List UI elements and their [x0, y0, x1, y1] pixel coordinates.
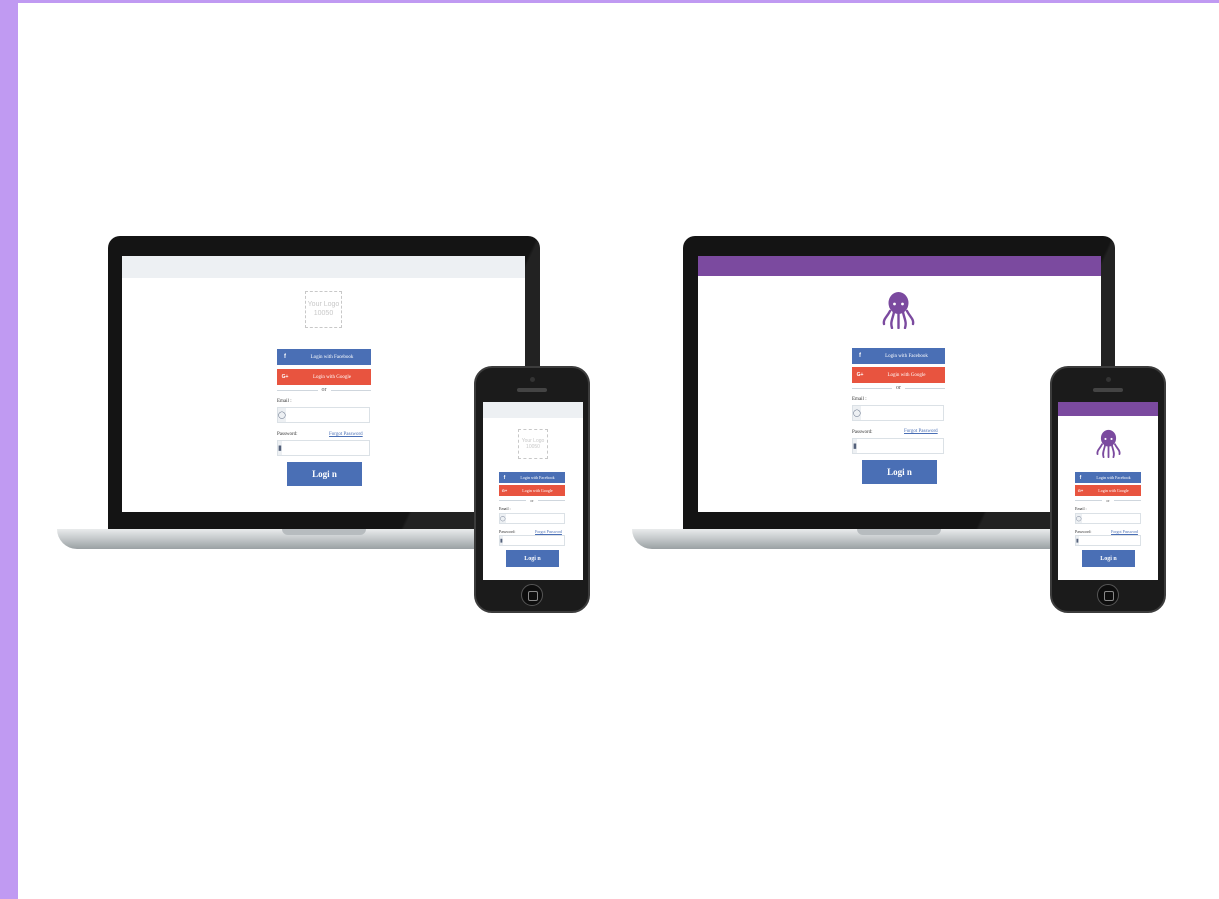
google-login-button[interactable]: G+ Login with Google — [277, 369, 371, 385]
header-bar — [122, 256, 525, 278]
logo-placeholder: Your Logo 10050 — [305, 291, 342, 328]
email-field[interactable]: ◯ — [1075, 513, 1158, 524]
password-input[interactable] — [1078, 536, 1158, 545]
user-icon: ◯ — [853, 406, 861, 420]
forgot-password-link[interactable]: Forgot Password — [329, 432, 363, 437]
laptop-gray-screen: Your Logo 10050 f Login with Facebook G+ … — [122, 256, 525, 512]
forgot-password-link[interactable]: Forgot Password — [535, 529, 562, 534]
facebook-icon: f — [284, 354, 286, 360]
password-label: Password: — [277, 432, 298, 437]
header-bar — [698, 256, 1101, 276]
login-button[interactable]: Logi n — [506, 550, 559, 567]
email-field[interactable]: ◯ — [277, 407, 463, 423]
password-field[interactable]: ▮ — [499, 535, 583, 546]
google-plus-icon: G+ — [501, 488, 508, 493]
email-label: Email : — [1075, 506, 1087, 511]
login-button[interactable]: Logi n — [862, 460, 937, 484]
phone-gray-screen: Your Logo 10050 f Login with Facebook G+ … — [483, 402, 583, 580]
facebook-login-button[interactable]: f Login with Facebook — [277, 349, 371, 365]
password-input[interactable] — [856, 439, 1034, 453]
header-bar — [1058, 402, 1158, 416]
password-field[interactable]: ▮ — [852, 438, 1034, 454]
password-input[interactable] — [281, 441, 459, 455]
forgot-password-link[interactable]: Forgot Password — [904, 429, 938, 434]
facebook-icon: f — [859, 353, 861, 359]
laptop-purple-screen: f Login with Facebook G+ Login with Goog… — [698, 256, 1101, 512]
google-login-button[interactable]: G+ Login with Google — [852, 367, 945, 383]
password-label: Password: — [1075, 529, 1092, 534]
email-input[interactable] — [1081, 514, 1158, 523]
facebook-login-button[interactable]: f Login with Facebook — [1075, 472, 1141, 483]
facebook-login-button[interactable]: f Login with Facebook — [852, 348, 945, 364]
or-divider: or — [499, 497, 565, 503]
or-divider: or — [1075, 497, 1141, 503]
google-login-button[interactable]: G+ Login with Google — [1075, 485, 1141, 496]
frame-top-border — [0, 0, 1219, 3]
facebook-login-label: Login with Facebook — [520, 475, 555, 480]
facebook-icon: f — [503, 474, 506, 481]
home-button[interactable] — [521, 584, 543, 606]
google-plus-icon: G+ — [1077, 488, 1084, 493]
google-plus-icon: G+ — [281, 374, 289, 380]
email-field[interactable]: ◯ — [852, 405, 1038, 421]
home-button[interactable] — [1097, 584, 1119, 606]
google-login-label: Login with Google — [1098, 488, 1129, 493]
or-divider: or — [852, 384, 945, 392]
header-bar — [483, 402, 583, 418]
email-input[interactable] — [860, 406, 1038, 420]
google-login-label: Login with Google — [887, 372, 926, 378]
phone-purple-screen: f Login with Facebook G+ Login with Goog… — [1058, 402, 1158, 580]
email-field[interactable]: ◯ — [499, 513, 583, 524]
password-input[interactable] — [502, 536, 583, 545]
password-field[interactable]: ▮ — [1075, 535, 1158, 546]
google-plus-icon: G+ — [856, 372, 864, 378]
facebook-login-label: Login with Facebook — [1096, 475, 1131, 480]
forgot-password-link[interactable]: Forgot Password — [1111, 529, 1138, 534]
email-label: Email : — [852, 397, 867, 402]
login-button[interactable]: Logi n — [287, 462, 362, 486]
email-label: Email : — [499, 506, 511, 511]
facebook-login-label: Login with Facebook — [885, 353, 928, 359]
octopus-logo-icon — [1096, 429, 1121, 458]
email-input[interactable] — [285, 408, 463, 422]
email-label: Email : — [277, 399, 292, 404]
email-input[interactable] — [505, 514, 583, 523]
facebook-login-button[interactable]: f Login with Facebook — [499, 472, 565, 483]
password-label: Password: — [499, 529, 516, 534]
facebook-login-label: Login with Facebook — [310, 354, 354, 360]
octopus-logo-icon — [882, 292, 915, 329]
facebook-icon: f — [1079, 474, 1082, 481]
password-field[interactable]: ▮ — [277, 440, 459, 456]
google-login-label: Login with Google — [522, 488, 553, 493]
frame-left-border — [0, 0, 18, 899]
google-login-label: Login with Google — [312, 374, 352, 380]
logo-placeholder: Your Logo 10050 — [518, 429, 548, 459]
google-login-button[interactable]: G+ Login with Google — [499, 485, 565, 496]
user-icon: ◯ — [278, 408, 286, 422]
login-button[interactable]: Logi n — [1082, 550, 1135, 567]
password-label: Password: — [852, 430, 873, 435]
or-divider: or — [277, 386, 371, 394]
